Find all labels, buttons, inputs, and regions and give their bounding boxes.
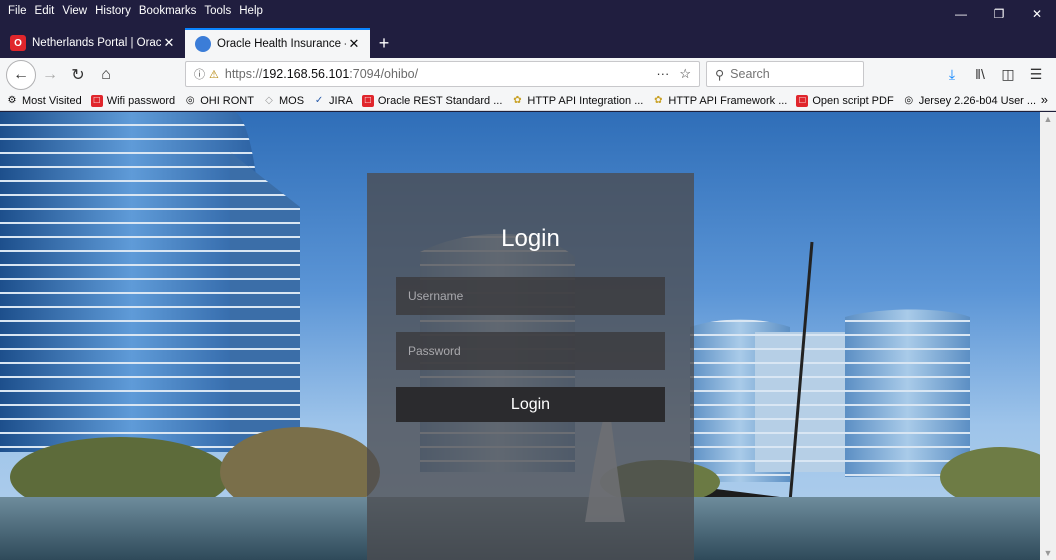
- bookmark-label: Jersey 2.26-b04 User ...: [918, 94, 1037, 107]
- menu-edit[interactable]: Edit: [35, 5, 55, 17]
- login-button[interactable]: Login: [396, 387, 665, 422]
- bookmarks-overflow-icon[interactable]: »: [1041, 92, 1048, 107]
- close-icon[interactable]: ✕: [346, 36, 362, 52]
- restore-icon[interactable]: ❐: [980, 0, 1018, 28]
- username-field[interactable]: [396, 277, 665, 315]
- close-window-icon[interactable]: ✕: [1018, 0, 1056, 28]
- search-placeholder: Search: [730, 67, 770, 81]
- reload-button[interactable]: ↻: [64, 61, 92, 89]
- bookmark-label: Most Visited: [22, 94, 82, 107]
- bookmark-http-api-framework[interactable]: ✿ HTTP API Framework ...: [652, 95, 787, 107]
- menu-bookmarks[interactable]: Bookmarks: [139, 5, 197, 17]
- oracle-icon: □: [796, 94, 809, 107]
- menu-view[interactable]: View: [62, 5, 87, 17]
- bookmark-ohi-ront[interactable]: ◎ OHI RONT: [184, 95, 254, 107]
- bookmark-wifi-password[interactable]: □ Wifi password: [90, 94, 176, 107]
- menu-bar: File Edit View History Bookmarks Tools H…: [0, 0, 1056, 28]
- tab-title: Oracle Health Insurance - Backo: [217, 38, 346, 50]
- firefox-globe-icon: [195, 36, 211, 52]
- bookmark-label: HTTP API Integration ...: [527, 94, 644, 107]
- download-icon[interactable]: ⤓: [938, 66, 966, 83]
- search-input[interactable]: ⚲ Search: [706, 61, 864, 87]
- globe-icon: ◎: [904, 95, 914, 106]
- bookmarks-bar: ⚙ Most Visited □ Wifi password ◎ OHI RON…: [0, 91, 1056, 111]
- scroll-down-icon[interactable]: ▼: [1040, 548, 1056, 558]
- bookmark-mos[interactable]: ◇ MOS: [263, 95, 304, 107]
- jira-icon: ✓: [314, 95, 324, 106]
- bookmark-http-api-integration[interactable]: ✿ HTTP API Integration ...: [511, 95, 643, 107]
- home-button[interactable]: ⌂: [92, 61, 120, 89]
- bookmark-label: JIRA: [329, 94, 353, 107]
- bookmark-label: MOS: [278, 94, 305, 107]
- menu-history[interactable]: History: [95, 5, 131, 17]
- login-panel: Login Login: [367, 173, 694, 560]
- bookmark-label: Open script PDF: [812, 94, 894, 107]
- scroll-up-icon[interactable]: ▲: [1040, 114, 1056, 124]
- tab-oracle-health-insurance[interactable]: Oracle Health Insurance - Backo ✕: [185, 28, 370, 58]
- tab-netherlands-portal[interactable]: O Netherlands Portal | Oracle ✕: [0, 28, 185, 58]
- library-icon[interactable]: ‖\: [966, 66, 994, 82]
- page-icon: ◇: [265, 95, 273, 106]
- page-actions-icon[interactable]: ···: [656, 66, 669, 82]
- tab-strip: O Netherlands Portal | Oracle ✕ Oracle H…: [0, 28, 1056, 58]
- gear-icon: ⚙: [7, 95, 17, 106]
- bookmark-label: OHI RONT: [200, 94, 254, 107]
- vertical-scrollbar[interactable]: ▲ ▼: [1040, 112, 1056, 560]
- password-field[interactable]: [396, 332, 665, 370]
- bookmark-jersey[interactable]: ◎ Jersey 2.26-b04 User ...: [903, 95, 1036, 107]
- menu-tools[interactable]: Tools: [204, 5, 231, 17]
- nav-bar: ← → ↻ ⌂ ⓘ ⚠ https://192.168.56.101:7094/…: [0, 58, 1056, 91]
- close-icon[interactable]: ✕: [161, 35, 177, 51]
- forward-button[interactable]: →: [36, 61, 64, 89]
- oracle-icon: □: [361, 94, 374, 107]
- login-title: Login: [501, 225, 560, 252]
- insecure-lock-icon[interactable]: ⚠: [209, 68, 219, 81]
- bookmark-most-visited[interactable]: ⚙ Most Visited: [6, 95, 82, 107]
- url-bar[interactable]: ⓘ ⚠ https://192.168.56.101:7094/ohibo/ ·…: [185, 61, 700, 87]
- bookmark-oracle-rest-standard[interactable]: □ Oracle REST Standard ...: [361, 94, 503, 107]
- oracle-icon: □: [90, 94, 103, 107]
- back-button[interactable]: ←: [6, 59, 36, 90]
- sidebar-icon[interactable]: ◫: [994, 66, 1022, 83]
- puzzle-icon: ✿: [513, 95, 522, 106]
- search-icon: ⚲: [715, 67, 725, 82]
- info-icon[interactable]: ⓘ: [194, 66, 205, 82]
- puzzle-icon: ✿: [654, 95, 663, 106]
- bookmark-star-icon[interactable]: ☆: [679, 66, 691, 82]
- hamburger-menu-icon[interactable]: ☰: [1022, 66, 1050, 83]
- url-text[interactable]: https://192.168.56.101:7094/ohibo/: [225, 67, 418, 81]
- oracle-icon: O: [10, 35, 26, 51]
- tab-title: Netherlands Portal | Oracle: [32, 37, 161, 49]
- bookmark-label: Oracle REST Standard ...: [377, 94, 503, 107]
- minimize-icon[interactable]: —: [942, 0, 980, 28]
- new-tab-button[interactable]: +: [370, 28, 398, 58]
- menu-help[interactable]: Help: [239, 5, 263, 17]
- globe-icon: ◎: [185, 95, 195, 106]
- bookmark-label: Wifi password: [106, 94, 176, 107]
- bookmark-label: HTTP API Framework ...: [668, 94, 788, 107]
- page-content: Login Login: [0, 112, 1056, 560]
- bookmark-open-script-pdf[interactable]: □ Open script PDF: [796, 94, 894, 107]
- menu-file[interactable]: File: [8, 5, 27, 17]
- bookmark-jira[interactable]: ✓ JIRA: [313, 95, 353, 107]
